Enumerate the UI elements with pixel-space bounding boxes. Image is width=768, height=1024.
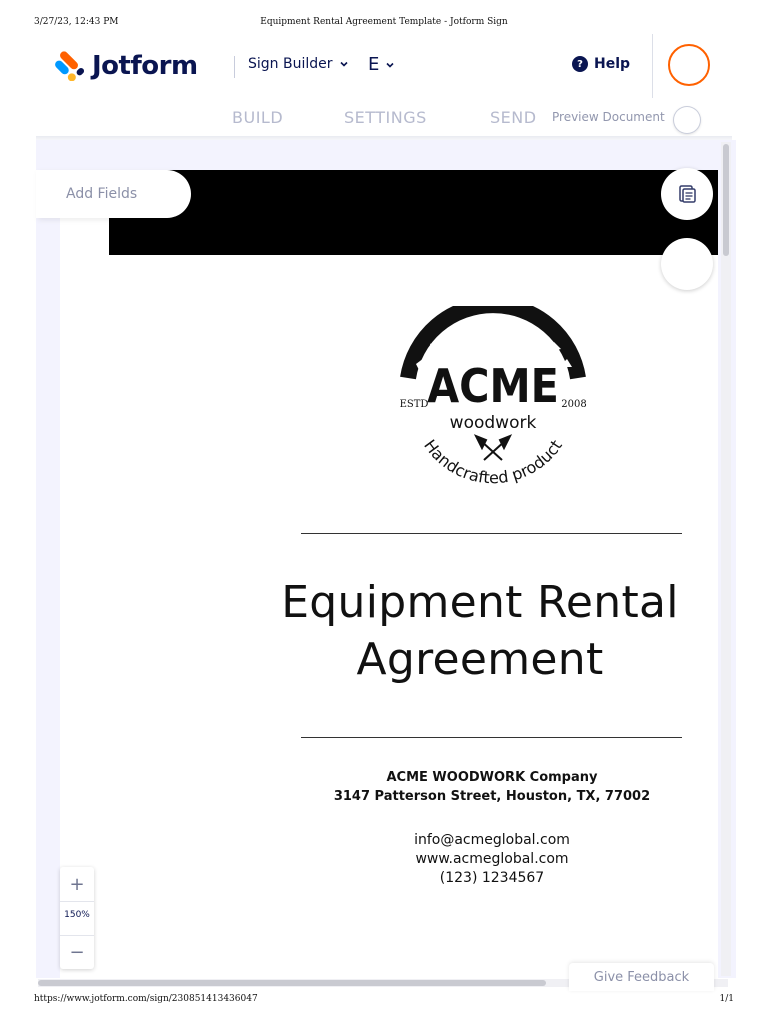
zoom-level: 150% — [64, 910, 90, 920]
document-title-line1: Equipment Rental — [281, 577, 679, 628]
crossed-axes-icon — [473, 434, 513, 461]
contact-phone: (123) 1234567 — [439, 870, 545, 886]
tab-settings[interactable]: SETTINGS — [344, 108, 427, 127]
add-fields-button[interactable]: Add Fields — [36, 170, 191, 218]
top-navigation-bar: Jotform Sign Builder E ? Help — [34, 34, 734, 102]
builder-tabs: BUILD SETTINGS SEND Preview Document — [34, 104, 734, 136]
question-circle-icon: ? — [572, 56, 588, 72]
logo-arc-text: Handcrafted product — [420, 436, 566, 487]
user-menu-label: E — [368, 54, 380, 75]
company-address: 3147 Patterson Street, Houston, TX, 7700… — [333, 789, 651, 804]
chevron-down-icon — [386, 62, 394, 68]
sign-builder-menu[interactable]: Sign Builder — [248, 56, 349, 72]
print-header: 3/27/23, 12:43 PM Equipment Rental Agree… — [34, 17, 734, 31]
zoom-divider — [60, 935, 94, 936]
horizontal-scroll-thumb[interactable] — [38, 980, 546, 986]
document-list-icon — [679, 185, 696, 203]
circle-button[interactable] — [661, 238, 713, 290]
logo-main-text: ACME — [427, 359, 559, 413]
document-title: Equipment Rental Agreement — [240, 574, 720, 688]
print-footer: https://www.jotform.com/sign/23085141343… — [34, 994, 734, 1008]
logo-sub-text: woodwork — [450, 413, 537, 433]
print-page-title: Equipment Rental Agreement Template - Jo… — [260, 17, 508, 27]
document-title-line2: Agreement — [356, 634, 604, 685]
logo-arc-textpath: Handcrafted product — [420, 436, 566, 487]
user-menu[interactable]: E — [368, 54, 395, 75]
help-button[interactable]: ? Help — [572, 56, 630, 72]
preview-document-label: Preview Document — [552, 110, 665, 124]
contact-website: www.acmeglobal.com — [415, 851, 569, 867]
vertical-scroll-thumb[interactable] — [723, 144, 729, 256]
preview-document-toggle[interactable] — [674, 107, 700, 133]
brand-name: Jotform — [92, 51, 198, 81]
zoom-out-button[interactable]: − — [60, 937, 94, 967]
contact-block: info@acmeglobal.com www.acmeglobal.com (… — [290, 831, 694, 888]
header-divider-right — [652, 34, 653, 98]
print-page-number: 1/1 — [719, 994, 734, 1004]
acme-logo-image: ACME woodwork ESTD 2008 Handcrafted prod… — [400, 297, 587, 487]
chevron-down-icon — [339, 61, 348, 67]
contact-email: info@acmeglobal.com — [414, 832, 570, 848]
document-header-band — [109, 170, 718, 255]
tab-build[interactable]: BUILD — [232, 108, 283, 127]
acme-woodwork-logo: ACME woodwork ESTD 2008 Handcrafted prod… — [390, 297, 596, 500]
document-list-button[interactable] — [661, 168, 713, 220]
tab-send[interactable]: SEND — [490, 108, 537, 127]
vertical-scrollbar[interactable] — [721, 142, 731, 976]
company-name: ACME WOODWORK Company — [386, 770, 598, 785]
give-feedback-button[interactable]: Give Feedback — [569, 963, 714, 991]
print-url: https://www.jotform.com/sign/23085141343… — [34, 994, 258, 1004]
zoom-control: + 150% − — [60, 867, 94, 969]
avatar[interactable] — [668, 44, 710, 86]
title-rule-top — [301, 533, 682, 534]
logo-right-text: 2008 — [561, 399, 586, 410]
jotform-logo-icon — [55, 51, 84, 81]
zoom-in-button[interactable]: + — [60, 869, 94, 899]
company-block: ACME WOODWORK Company 3147 Patterson Str… — [290, 768, 694, 806]
sign-builder-label: Sign Builder — [248, 56, 333, 72]
zoom-divider — [60, 901, 94, 902]
title-rule-bottom — [301, 737, 682, 738]
jotform-logo[interactable]: Jotform — [54, 51, 198, 81]
help-label: Help — [594, 56, 631, 72]
logo-left-text: ESTD — [400, 399, 429, 410]
header-divider — [234, 56, 235, 78]
